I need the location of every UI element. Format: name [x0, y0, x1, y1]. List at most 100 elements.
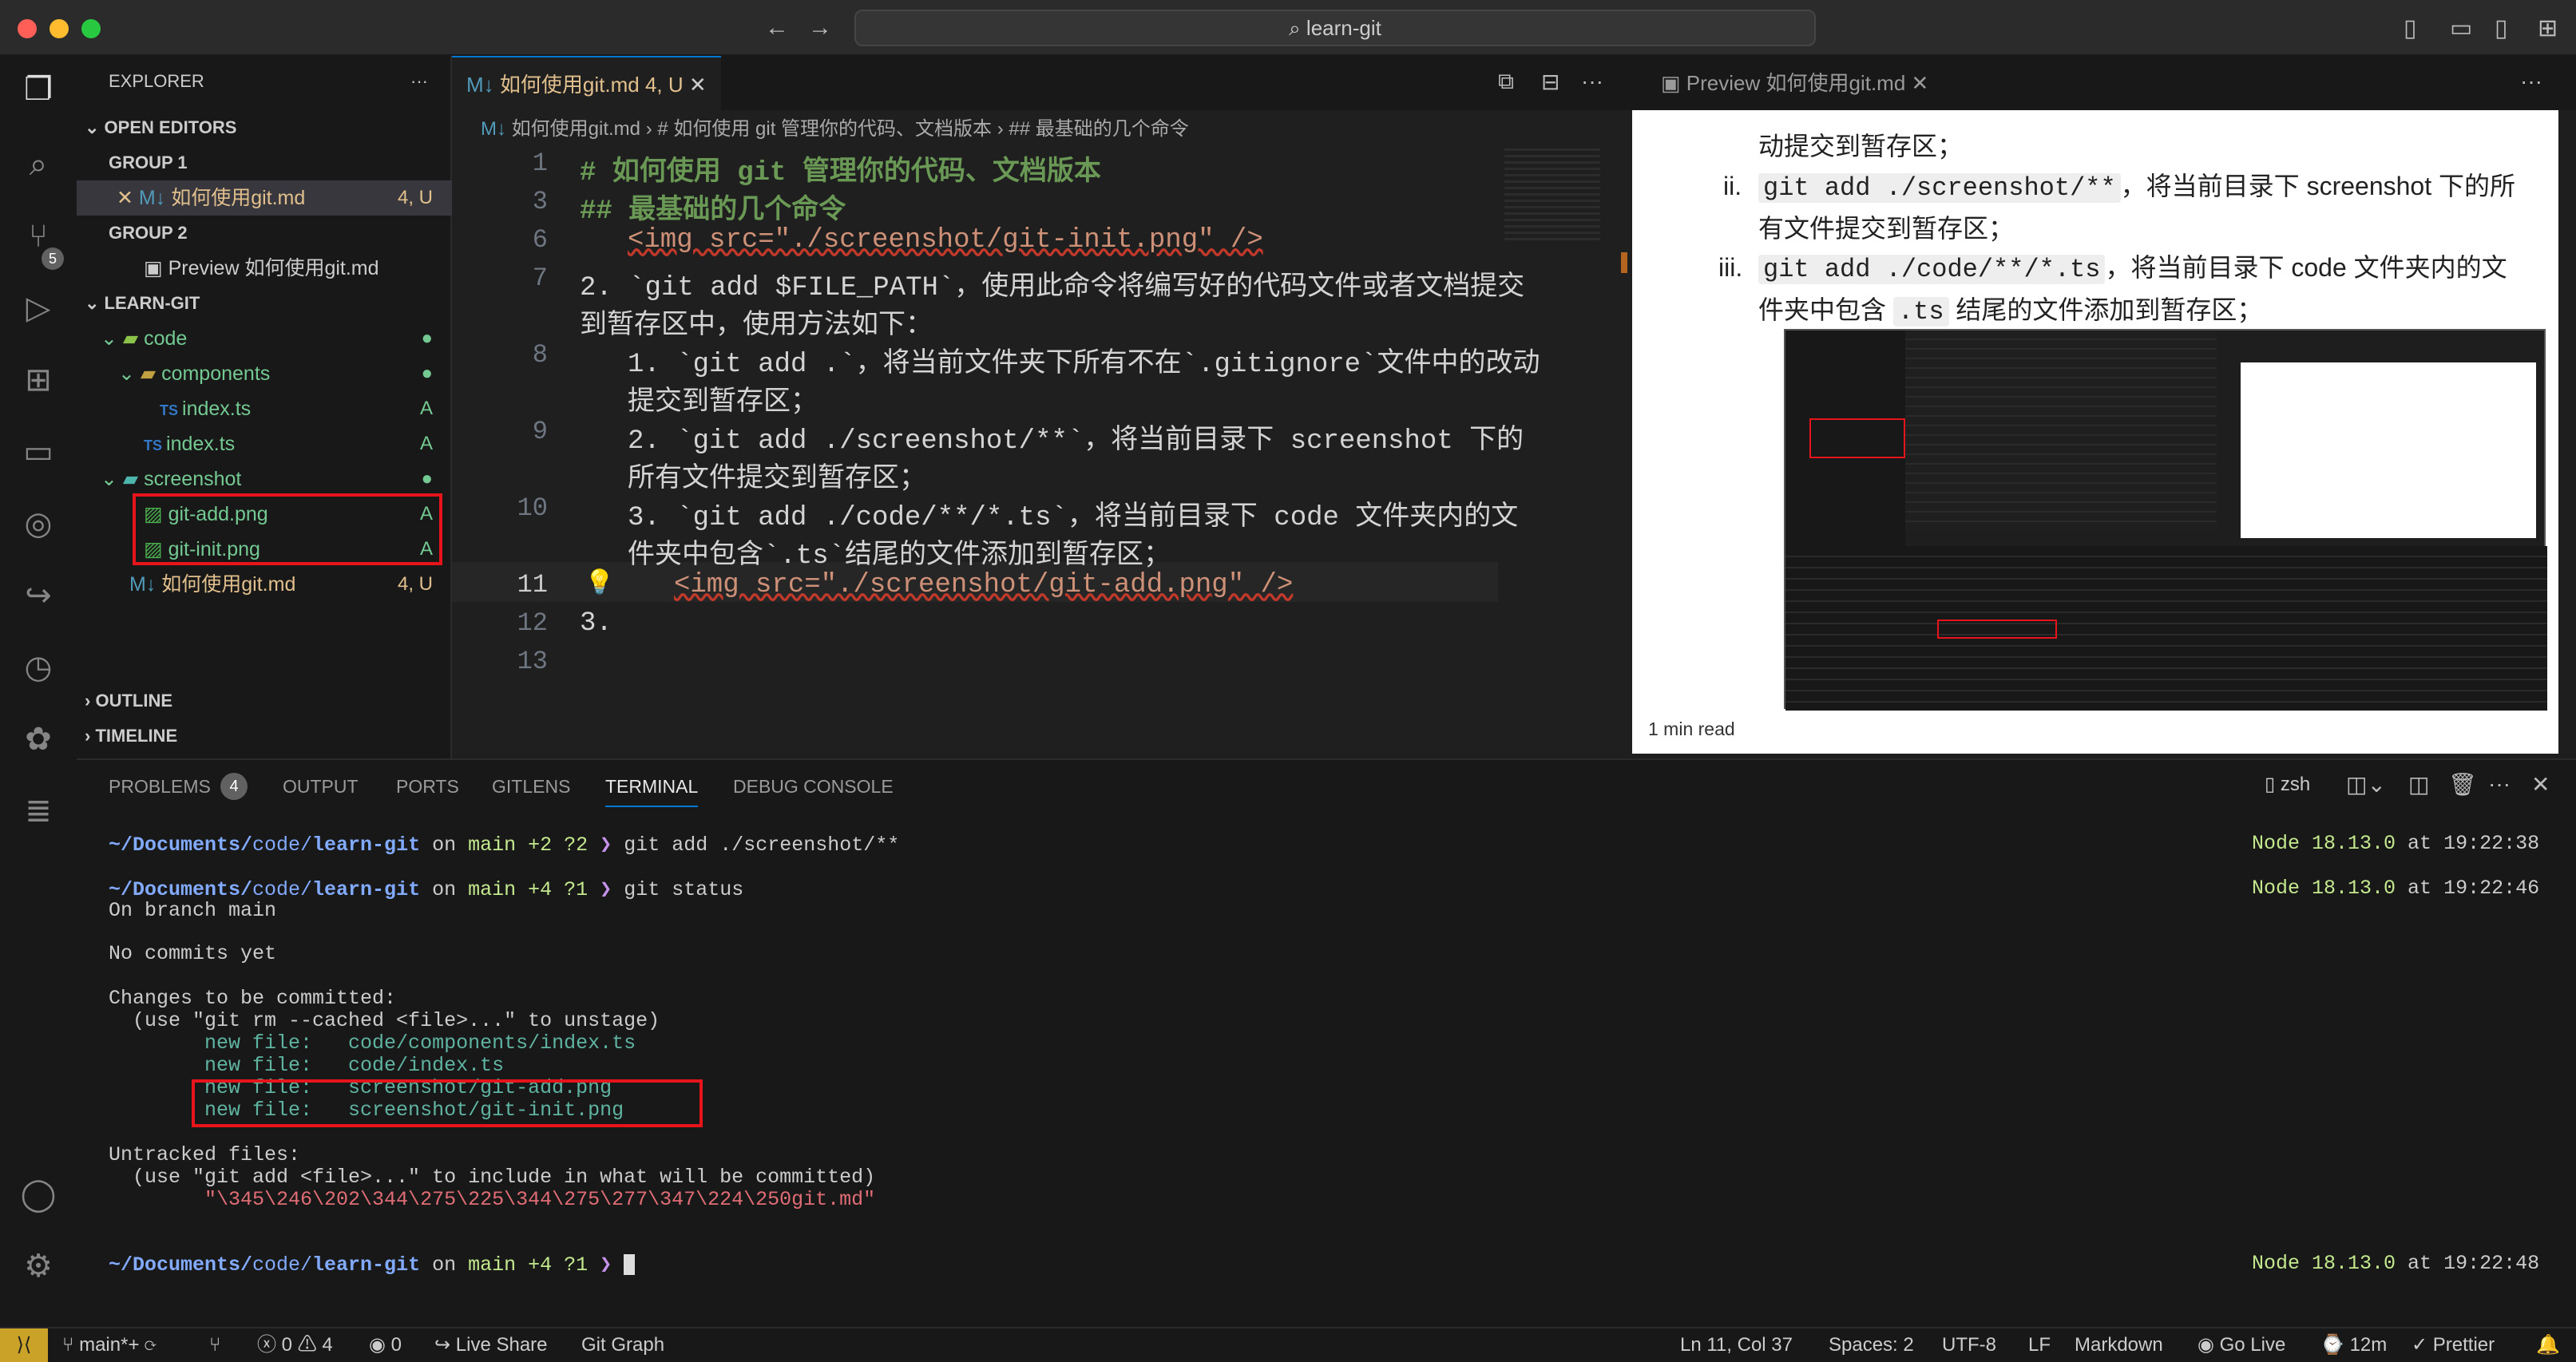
preview-text: 件夹中包含 [1758, 295, 1893, 324]
line-number: 9 [532, 417, 548, 446]
split-terminal-icon[interactable]: ◫⌄ [2346, 771, 2386, 798]
close-window-button[interactable] [18, 19, 37, 38]
explorer-icon[interactable]: ❐ [18, 69, 59, 110]
toggle-panel-icon[interactable]: ▭ [2450, 14, 2472, 42]
preview-tab-bar: ▣ Preview 如何使用git.md ✕ ··· [1634, 56, 2576, 110]
branch-indicator[interactable]: ⑂ main*+ ⟳ [62, 1328, 157, 1362]
terminal-shell-selector[interactable]: ▯ zsh [2265, 773, 2310, 796]
remote-explorer-icon[interactable]: ▭ [18, 431, 59, 473]
typescript-icon: TS [144, 438, 167, 453]
go-live-button[interactable]: ◉ Go Live [2198, 1328, 2285, 1362]
close-icon[interactable]: ✕ [117, 187, 139, 209]
cursor-position[interactable]: Ln 11, Col 37 [1680, 1328, 1793, 1362]
search-icon[interactable]: ⌕ [18, 144, 59, 185]
breadcrumb-item[interactable]: ## 最基础的几个命令 [1009, 118, 1188, 140]
notifications-bell-icon[interactable]: 🔔 [2536, 1328, 2560, 1362]
file-code-index-ts[interactable]: TS index.ts A [77, 426, 452, 461]
split-panel-icon[interactable]: ◫ [2408, 771, 2429, 798]
docker-icon[interactable]: ≣ [18, 790, 59, 832]
maximize-window-button[interactable] [81, 19, 101, 38]
account-icon[interactable]: ◯ [18, 1174, 59, 1215]
extensions-icon[interactable]: ⊞ [18, 359, 59, 401]
terminal-output: On branch main [109, 899, 277, 922]
breadcrumb-item[interactable]: 如何使用git.md [512, 118, 640, 140]
inline-code: git add ./screenshot/** [1758, 173, 2121, 203]
prettier-status[interactable]: ✓ Prettier [2412, 1328, 2495, 1362]
encoding[interactable]: UTF-8 [1942, 1328, 1996, 1362]
close-icon[interactable]: ✕ [1912, 71, 1929, 95]
timeline-section[interactable]: › TIMELINE [77, 719, 452, 754]
end-of-line[interactable]: LF [2028, 1328, 2051, 1362]
file-markdown[interactable]: M↓ 如何使用git.md 4, U [77, 567, 452, 602]
gitlens-icon[interactable]: ◎ [18, 503, 59, 544]
breadcrumb-item[interactable]: # 如何使用 git 管理你的代码、文档版本 [657, 118, 992, 140]
settings-gear-icon[interactable]: ⚙ [18, 1245, 59, 1287]
toggle-secondary-sidebar-icon[interactable]: ▯ [2495, 14, 2508, 42]
outline-section[interactable]: › OUTLINE [77, 683, 452, 719]
back-arrow-icon[interactable]: ← [765, 14, 789, 42]
open-editor-preview-item[interactable]: ▣ Preview 如何使用git.md [77, 251, 452, 286]
preview-text: ，将当前目录下 code 文件夹内的文 [2105, 253, 2507, 282]
tab-preview[interactable]: ▣ Preview 如何使用git.md ✕ [1647, 56, 1943, 110]
close-panel-icon[interactable]: ✕ [2531, 771, 2550, 798]
code-editor[interactable]: 1 # 如何使用 git 管理你的代码、文档版本 3 ## 最基础的几个命令 6… [452, 148, 1634, 757]
more-actions-icon[interactable]: ··· [2520, 69, 2542, 94]
paw-icon[interactable]: ✿ [18, 719, 59, 760]
ports-indicator[interactable]: ◉ 0 [369, 1328, 402, 1362]
indentation[interactable]: Spaces: 2 [1829, 1328, 1914, 1362]
chevron-right-icon: › [85, 726, 96, 746]
tab-terminal[interactable]: TERMINAL [605, 776, 699, 807]
markdown-icon: M↓ [129, 573, 162, 596]
minimap[interactable] [1504, 148, 1600, 244]
learn-git-section[interactable]: ⌄ LEARN-GIT [77, 286, 452, 321]
folder-icon: ▰ [122, 468, 145, 490]
time-tracker[interactable]: ⌚ 12m [2320, 1328, 2387, 1362]
git-graph-button[interactable]: Git Graph [581, 1328, 664, 1362]
more-actions-icon[interactable]: ··· [1581, 69, 1603, 94]
inline-code: git add ./code/**/*.ts [1758, 255, 2106, 284]
tab-markdown[interactable]: M↓ 如何使用git.md 4, U ✕ [452, 56, 721, 110]
live-share-icon[interactable]: ↪ [18, 575, 59, 616]
open-editor-item[interactable]: ✕ M↓ 如何使用git.md 4, U [77, 180, 452, 216]
list-marker: ii. [1723, 172, 1742, 200]
git-graph-icon[interactable]: ◷ [18, 647, 59, 688]
lightbulb-icon[interactable]: 💡 [585, 568, 614, 598]
broadcast-icon: ◉ [2198, 1334, 2220, 1356]
toggle-primary-sidebar-icon[interactable]: ▯ [2404, 14, 2417, 42]
code-line: <img src="./screenshot/git-init.png" /> [628, 225, 1263, 255]
terminal-right-prompt: Node 18.13.0 at 19:22:46 [2252, 877, 2540, 900]
split-editor-icon[interactable]: ⊟ [1541, 69, 1559, 95]
remote-indicator-icon[interactable]: ⟩⟨ [0, 1328, 48, 1362]
run-debug-icon[interactable]: ▷ [18, 287, 59, 329]
more-actions-icon[interactable]: ··· [2488, 771, 2511, 797]
line-number: 8 [532, 340, 548, 370]
command-center-search[interactable]: ⌕ learn-git [854, 10, 1816, 46]
open-preview-icon[interactable]: ⧉ [1498, 69, 1514, 95]
close-icon[interactable]: ✕ [689, 73, 707, 97]
folder-screenshot[interactable]: ⌄ ▰ screenshot ● [77, 461, 452, 497]
tab-problems[interactable]: PROBLEMS [109, 776, 211, 798]
more-actions-icon[interactable]: ··· [410, 64, 428, 99]
customize-layout-icon[interactable]: ⊞ [2538, 14, 2558, 42]
trash-icon[interactable]: 🗑 [2448, 771, 2477, 798]
minimize-window-button[interactable] [50, 19, 69, 38]
tab-debug-console[interactable]: DEBUG CONSOLE [733, 776, 894, 798]
preview-list-item: iii. git add ./code/**/*.ts ，将当前目录下 code … [1718, 247, 2541, 332]
folder-components[interactable]: ⌄ ▰ components ● [77, 356, 452, 391]
gitlens-status-icon[interactable]: ⑂ [209, 1328, 220, 1362]
language-mode[interactable]: Markdown [2075, 1328, 2163, 1362]
file-components-index-ts[interactable]: TS index.ts A [77, 391, 452, 426]
live-share-button[interactable]: ↪ Live Share [434, 1328, 548, 1362]
problems-indicator[interactable]: ⓧ 0 ⚠ 4 [257, 1328, 333, 1362]
inline-code: .ts [1892, 297, 1949, 327]
code-line: <img src="./screenshot/git-add.png" /> [674, 570, 1294, 600]
line-number: 7 [532, 263, 548, 293]
terminal-prompt-line[interactable]: ~/Documents/code/learn-git on main +4 ?1… [109, 1252, 636, 1277]
tab-gitlens[interactable]: GITLENS [492, 776, 570, 798]
tab-output[interactable]: OUTPUT [283, 776, 359, 798]
open-editors-section[interactable]: ⌄ OPEN EDITORS [77, 110, 452, 145]
chevron-down-icon: ⌄ [101, 327, 123, 350]
folder-code[interactable]: ⌄ ▰ code ● [77, 321, 452, 356]
tab-ports[interactable]: PORTS [396, 776, 459, 798]
forward-arrow-icon[interactable]: → [808, 14, 832, 42]
